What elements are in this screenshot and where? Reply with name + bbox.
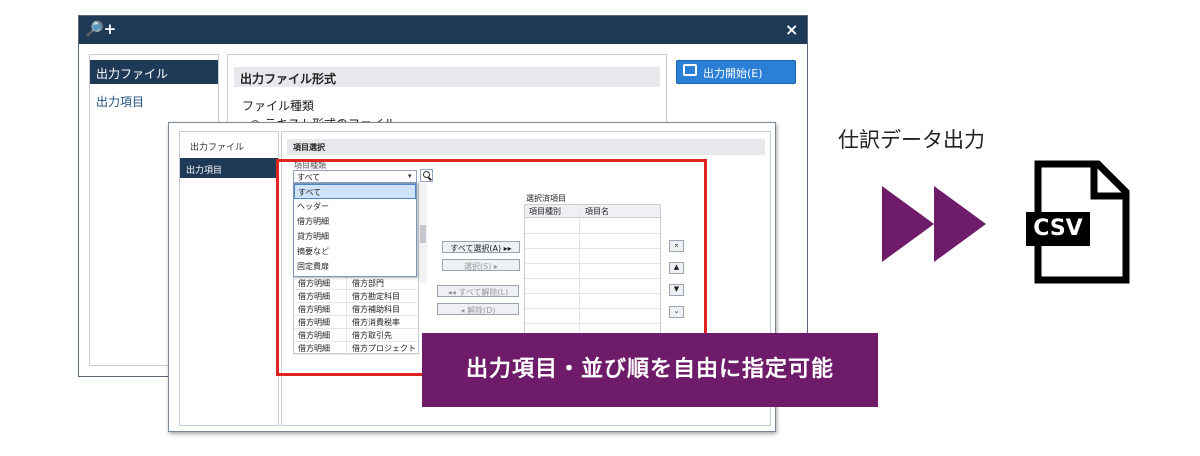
sidebar-item-output-items[interactable]: 出力項目 (96, 93, 144, 110)
csv-label: CSV (1026, 212, 1090, 246)
file-type-label: ファイル種類 (242, 99, 315, 113)
section-title: 項目選択 (287, 139, 765, 155)
sidebar-item-output-file[interactable]: 出力ファイル (190, 140, 244, 153)
title-bar (79, 16, 807, 44)
close-button[interactable]: × (785, 20, 798, 39)
export-icon (683, 64, 697, 76)
search-plus-icon: 🔎+ (85, 20, 117, 38)
arrow-right-icon (934, 186, 986, 262)
sidebar-item-output-file[interactable]: 出力ファイル (90, 60, 218, 84)
callout-banner: 出力項目・並び順を自由に指定可能 (422, 333, 878, 407)
sidebar: 出力ファイル 出力項目 (179, 131, 279, 426)
arrow-right-icon (882, 186, 934, 262)
export-label: 仕訳データ出力 (838, 128, 985, 152)
sidebar-item-output-items[interactable]: 出力項目 (180, 158, 278, 178)
start-output-label: 出力開始(E) (703, 67, 763, 80)
section-title: 出力ファイル形式 (234, 67, 660, 87)
start-output-button[interactable]: 出力開始(E) (676, 60, 796, 84)
